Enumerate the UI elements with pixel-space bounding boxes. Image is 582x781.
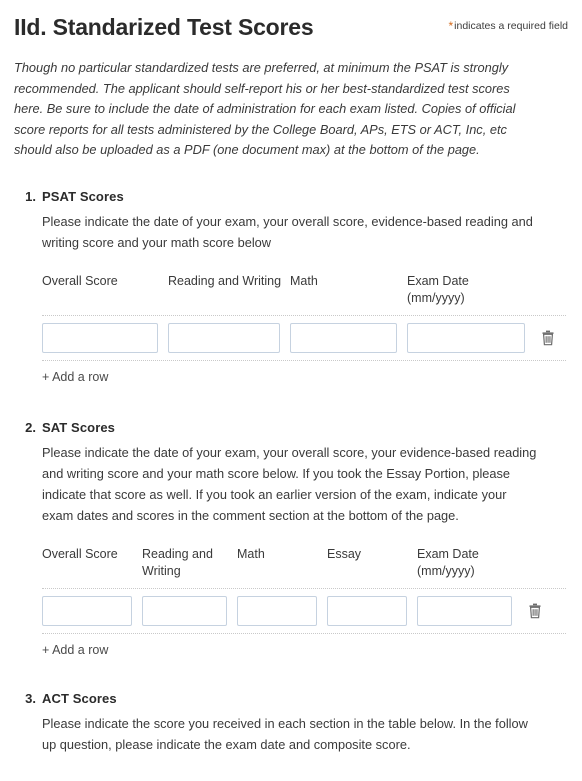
form-page: IId. Standarized Test Scores *indicates …: [0, 0, 582, 781]
sat-exam-date-input[interactable]: [417, 595, 512, 626]
column-header-reading-writing: Reading and Writing: [142, 546, 213, 578]
table-row: [42, 589, 566, 633]
question-number: 1.: [25, 188, 36, 204]
cell-exam-date: [407, 322, 535, 353]
column-header-overall-score: Overall Score: [42, 546, 118, 561]
cell-essay: [327, 595, 417, 626]
table-header-row: Overall Score Reading and Writing Math E…: [42, 546, 566, 588]
question-sat-scores: 2. SAT Scores Please indicate the date o…: [14, 420, 568, 659]
cell-reading-writing: [168, 322, 290, 353]
required-asterisk-icon: *: [448, 19, 454, 33]
sat-reading-writing-input[interactable]: [142, 595, 227, 626]
psat-score-table: Overall Score Reading and Writing Math E…: [42, 273, 566, 361]
required-note-text: indicates a required field: [454, 20, 568, 32]
question-heading: 2. SAT Scores: [14, 420, 568, 435]
intro-paragraph: Though no particular standardized tests …: [14, 60, 516, 157]
page-header: IId. Standarized Test Scores *indicates …: [0, 0, 582, 44]
table-header-row: Overall Score Reading and Writing Math E…: [42, 273, 566, 315]
table-row: [42, 316, 566, 360]
question-psat-scores: 1. PSAT Scores Please indicate the date …: [14, 189, 568, 386]
cell-delete: [535, 330, 561, 346]
cell-math: [237, 595, 327, 626]
trash-icon: [541, 330, 555, 349]
question-heading: 1. PSAT Scores: [14, 189, 568, 204]
psat-reading-writing-input[interactable]: [168, 322, 280, 353]
column-header-essay: Essay: [327, 546, 362, 561]
column-header-exam-date: Exam Date (mm/yyyy): [417, 546, 479, 578]
sat-essay-input[interactable]: [327, 595, 407, 626]
sat-add-row-link[interactable]: + Add a row: [42, 643, 108, 657]
delete-row-button[interactable]: [541, 330, 555, 346]
table-divider-bottom: [42, 359, 566, 361]
question-number: 3.: [25, 690, 36, 706]
cell-reading-writing: [142, 595, 237, 626]
question-title: PSAT Scores: [42, 188, 124, 204]
required-field-note: *indicates a required field: [448, 18, 569, 33]
column-header-overall-score: Overall Score: [42, 273, 118, 288]
question-act-scores: 3. ACT Scores Please indicate the score …: [14, 691, 568, 755]
page-title: IId. Standarized Test Scores: [14, 14, 314, 40]
question-heading: 3. ACT Scores: [14, 691, 568, 706]
psat-math-input[interactable]: [290, 322, 397, 353]
column-header-exam-date: Exam Date (mm/yyyy): [407, 273, 469, 305]
question-title: ACT Scores: [42, 690, 117, 706]
question-description: Please indicate the score you received i…: [42, 715, 528, 752]
cell-exam-date: [417, 595, 522, 626]
sat-overall-score-input[interactable]: [42, 595, 132, 626]
column-header-math: Math: [237, 546, 265, 561]
cell-math: [290, 322, 407, 353]
cell-overall-score: [42, 595, 142, 626]
psat-overall-score-input[interactable]: [42, 322, 158, 353]
column-header-math: Math: [290, 273, 318, 288]
table-divider-bottom: [42, 632, 566, 634]
cell-overall-score: [42, 322, 168, 353]
psat-exam-date-input[interactable]: [407, 322, 525, 353]
question-description: Please indicate the date of your exam, y…: [42, 213, 533, 250]
cell-delete: [522, 603, 548, 619]
psat-add-row-link[interactable]: + Add a row: [42, 370, 108, 384]
trash-icon: [528, 603, 542, 622]
sat-score-table: Overall Score Reading and Writing Math E…: [42, 546, 566, 634]
sat-math-input[interactable]: [237, 595, 317, 626]
question-number: 2.: [25, 419, 36, 435]
delete-row-button[interactable]: [528, 603, 542, 619]
question-description: Please indicate the date of your exam, y…: [42, 444, 537, 523]
question-title: SAT Scores: [42, 419, 116, 435]
column-header-reading-writing: Reading and Writing: [168, 273, 282, 288]
